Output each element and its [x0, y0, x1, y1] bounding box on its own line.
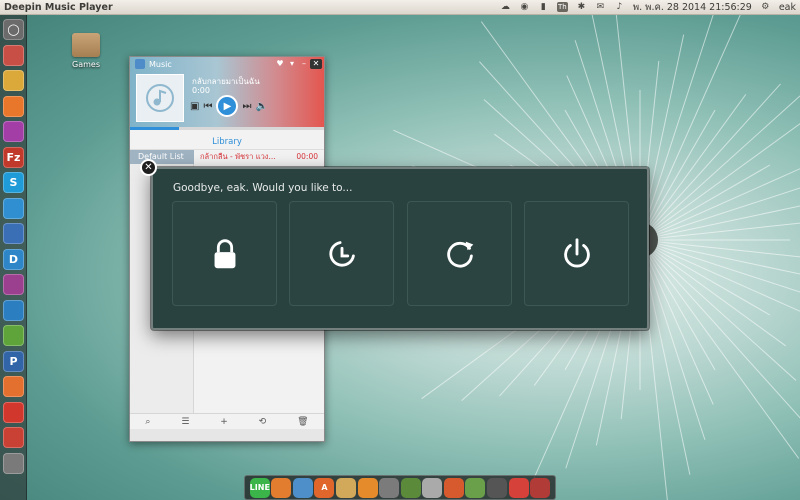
launcher-telegram[interactable] [3, 197, 24, 219]
app-title: Deepin Music Player [4, 1, 113, 13]
dock-app-3[interactable]: A [314, 477, 335, 498]
lyrics-icon[interactable]: ▣ [190, 101, 199, 112]
lock-icon [214, 238, 235, 268]
play-button[interactable]: ▶ [216, 95, 239, 117]
dock-app-11[interactable] [486, 477, 507, 498]
launcher-trash[interactable] [3, 452, 24, 474]
progress-fill [130, 127, 179, 130]
system-tray: ☁ ◉ ▮ Th ✱ ✉ ♪ พ. พ.ค. 28 2014 21:56:29 … [500, 0, 800, 15]
dock-app-12[interactable] [508, 477, 529, 498]
cloud-icon[interactable]: ☁ [500, 2, 511, 13]
launcher: ◯ Fz S D P [0, 15, 27, 500]
speaker-icon[interactable]: 🔈 [255, 101, 267, 112]
dock-app-4[interactable] [336, 477, 357, 498]
suspend-icon [328, 240, 355, 267]
mail-icon[interactable]: ✉ [595, 2, 606, 13]
track-duration: 00:00 [296, 152, 318, 161]
close-icon[interactable]: ✕ [310, 59, 322, 69]
launcher-app-red[interactable] [3, 401, 24, 423]
delete-icon[interactable]: 🗑 [297, 417, 308, 427]
launcher-files[interactable] [3, 44, 24, 66]
launcher-skype[interactable]: S [3, 172, 24, 193]
playback-controls: ▣ ⏮ ▶ ⏭ 🔈 [190, 95, 268, 117]
track-name: กล้ากลืน - พัชรา แวง... [200, 152, 276, 161]
add-icon[interactable]: + [220, 417, 228, 427]
datetime-indicator[interactable]: พ. พ.ค. 28 2014 21:56:29 [633, 0, 752, 15]
progress-bar[interactable] [130, 127, 324, 130]
gear-icon[interactable]: ⚙ [760, 2, 771, 13]
tab-library[interactable]: Library [130, 134, 324, 150]
track-row[interactable]: กล้ากลืน - พัชรา แวง... 00:00 [194, 150, 324, 164]
dock-app-5[interactable] [357, 477, 378, 498]
restart-button[interactable] [407, 201, 512, 306]
playlist-default[interactable]: Default List [130, 150, 194, 164]
launcher-deepin[interactable]: D [3, 248, 24, 270]
shutdown-button[interactable] [524, 201, 629, 306]
launcher-filezilla[interactable]: Fz [3, 146, 24, 168]
dock-app-10[interactable] [465, 477, 486, 498]
user-name[interactable]: eak [779, 2, 796, 13]
song-time: 0:00 [192, 86, 210, 95]
dock-app-2[interactable] [292, 477, 313, 498]
dock-line[interactable]: LINE [250, 477, 270, 498]
lock-button[interactable] [172, 201, 277, 306]
dock-app-8[interactable] [422, 477, 443, 498]
volume-icon[interactable]: ♪ [614, 2, 625, 13]
top-panel: Deepin Music Player ☁ ◉ ▮ Th ✱ ✉ ♪ พ. พ.… [0, 0, 800, 15]
dialog-message: Goodbye, eak. Would you like to... [173, 182, 353, 194]
desktop-icon-label: Games [72, 60, 100, 69]
music-statusbar [130, 429, 324, 441]
music-toolbar: ⌕ ☰ + ⟲ 🗑 [130, 413, 324, 429]
skype-icon[interactable]: ◉ [519, 2, 530, 13]
dialog-close-button[interactable]: ✕ [140, 159, 157, 176]
network-icon[interactable]: ▮ [538, 2, 549, 13]
launcher-app-blue[interactable] [3, 223, 24, 244]
music-titlebar[interactable]: Music ♥ ▾ – ✕ [130, 57, 324, 71]
launcher-app-purple[interactable] [3, 121, 24, 142]
folder-icon [72, 33, 100, 57]
restart-icon [446, 241, 473, 268]
dock-app-7[interactable] [400, 477, 421, 498]
list-icon[interactable]: ☰ [181, 417, 189, 427]
dock-app-13[interactable] [530, 477, 551, 498]
album-cover [136, 74, 184, 122]
power-icon [563, 237, 590, 267]
keyboard-layout-indicator[interactable]: Th [556, 2, 568, 12]
dock: LINE A [244, 475, 556, 500]
launcher-app-p[interactable]: P [3, 350, 24, 372]
suspend-button[interactable] [289, 201, 394, 306]
music-logo-icon [135, 59, 145, 69]
launcher-headphones[interactable] [3, 274, 24, 295]
search-icon[interactable]: ⌕ [145, 417, 150, 427]
logout-dialog: Goodbye, eak. Would you like to... [151, 167, 649, 330]
dock-app-9[interactable] [443, 477, 464, 498]
music-header: Music ♥ ▾ – ✕ กลับกลายมาเป็นฉัน 0:00 ▣ ⏮… [130, 57, 324, 129]
launcher-music[interactable] [3, 299, 24, 321]
repeat-icon[interactable]: ⟲ [259, 417, 267, 427]
next-icon[interactable]: ⏭ [242, 101, 251, 112]
minimize-icon[interactable]: – [298, 59, 310, 69]
desktop-icon-games[interactable]: Games [66, 33, 106, 69]
music-note-icon [146, 84, 174, 112]
bluetooth-icon[interactable]: ✱ [576, 2, 587, 13]
menu-icon[interactable]: ▾ [286, 59, 298, 69]
launcher-chrome[interactable] [3, 70, 24, 91]
previous-icon[interactable]: ⏮ [203, 101, 212, 112]
dock-app-6[interactable] [379, 477, 400, 498]
launcher-app-green[interactable] [3, 325, 24, 346]
launcher-app-orange[interactable] [3, 376, 24, 397]
launcher-firefox[interactable] [3, 95, 24, 117]
skin-icon[interactable]: ♥ [274, 59, 286, 69]
music-app-name: Music [149, 59, 172, 69]
launcher-dash[interactable]: ◯ [3, 19, 24, 40]
launcher-app-pdf[interactable] [3, 427, 24, 448]
dock-app-1[interactable] [271, 477, 292, 498]
